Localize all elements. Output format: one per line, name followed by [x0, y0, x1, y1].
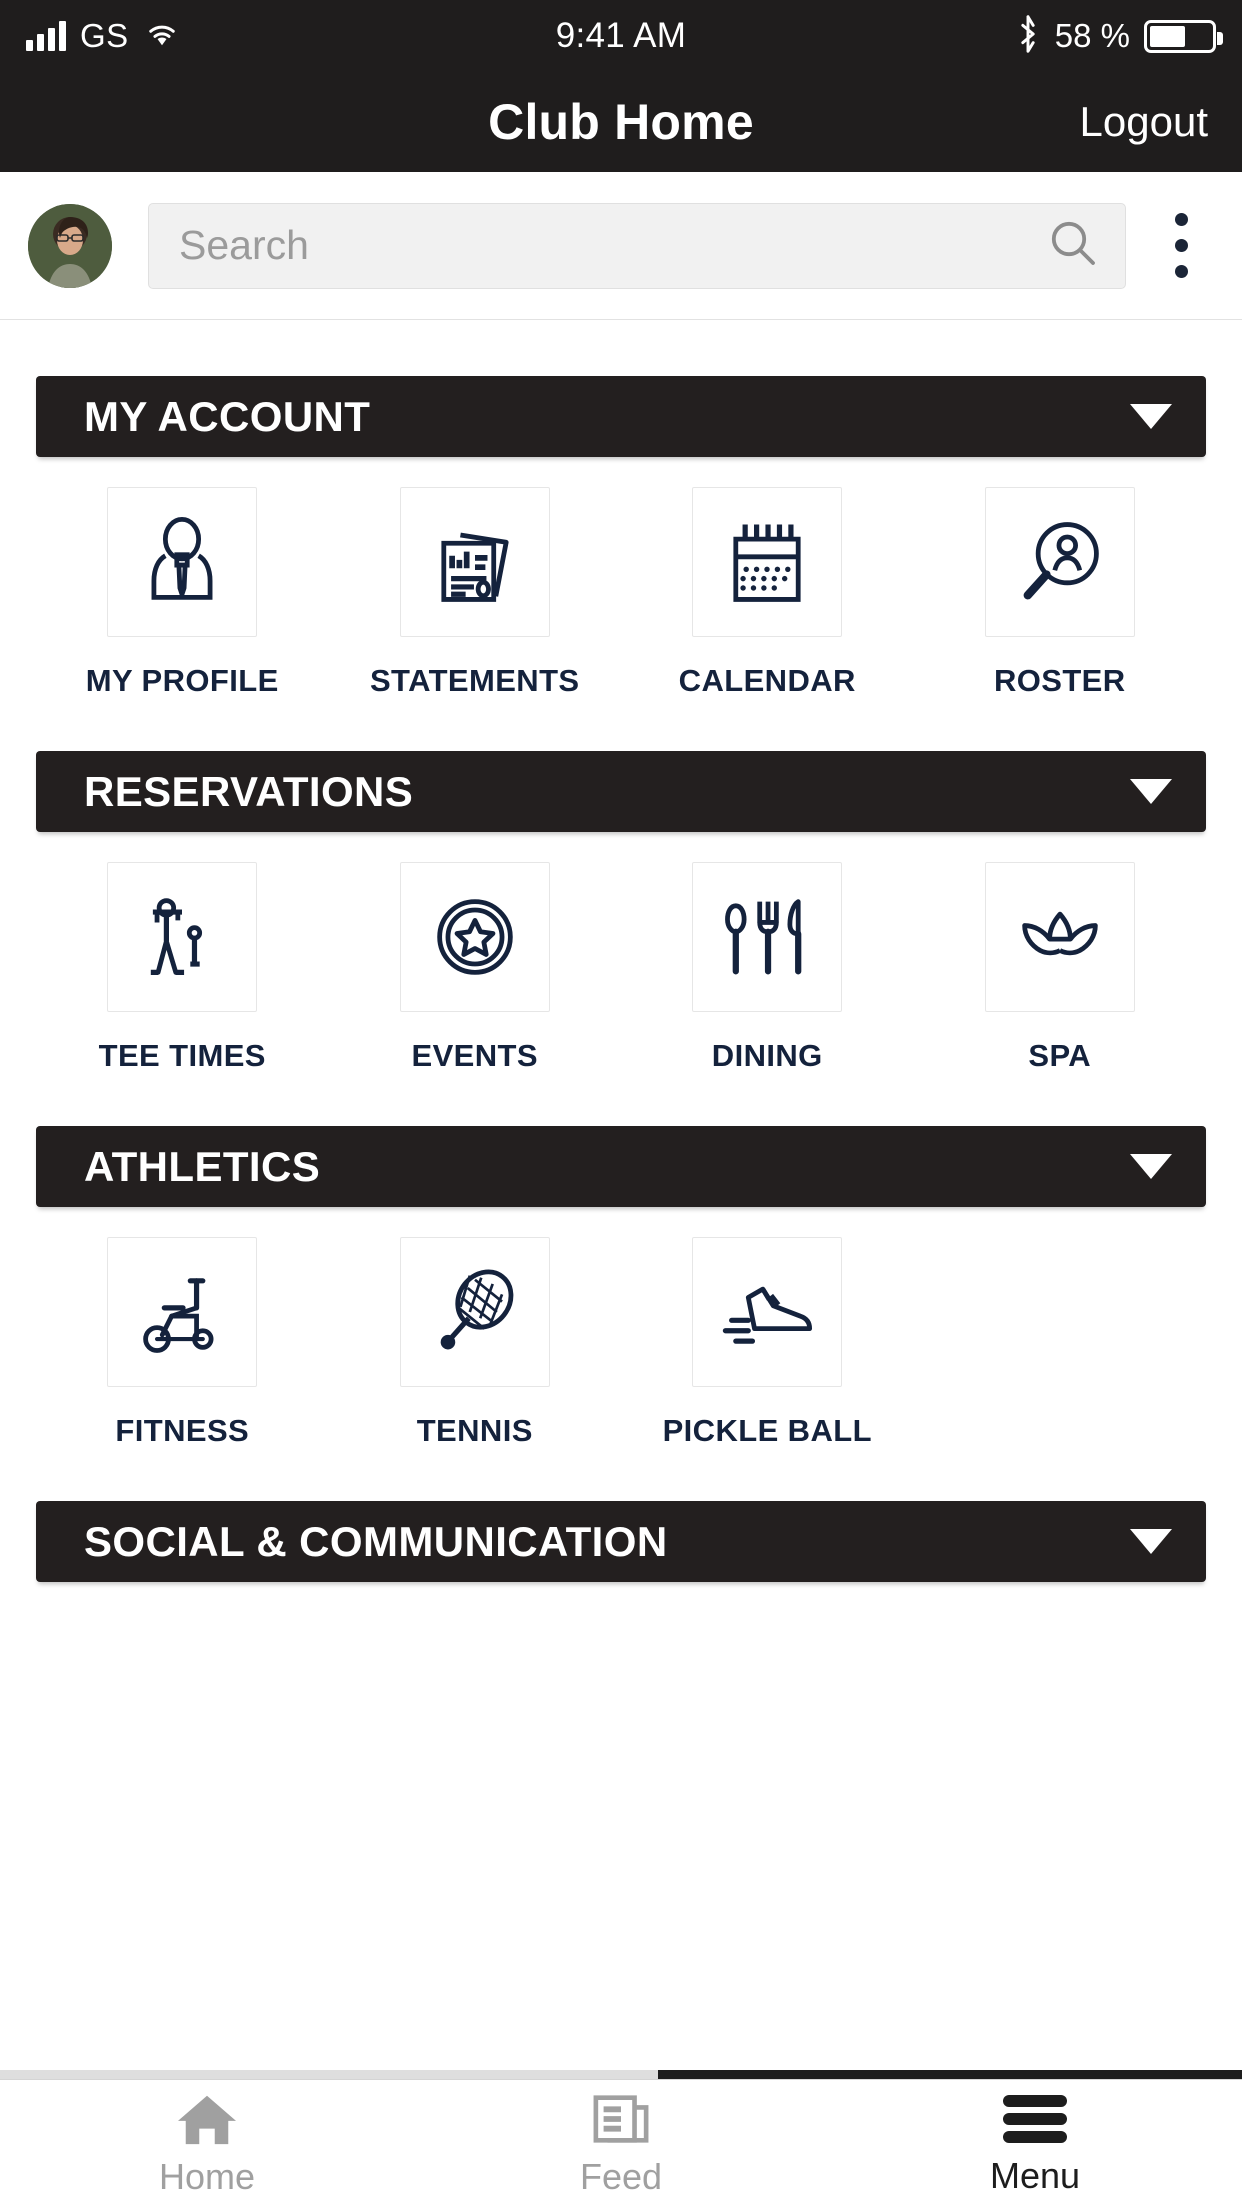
search-row: Search [0, 172, 1242, 320]
tile-roster[interactable]: ROSTER [914, 487, 1207, 699]
tile-pickle-ball[interactable]: PICKLE BALL [621, 1237, 914, 1449]
section-athletics: ATHLETICS FITNESS TENNIS PICKLE BALL [0, 1126, 1242, 1449]
tile-label: ROSTER [993, 663, 1126, 698]
chevron-down-icon[interactable] [1130, 1529, 1172, 1554]
section-header-social-communication[interactable]: SOCIAL & COMMUNICATION [36, 1501, 1206, 1582]
person-tie-icon [107, 487, 258, 637]
section-social-communication: SOCIAL & COMMUNICATION [0, 1501, 1242, 1582]
tile-fitness[interactable]: FITNESS [36, 1237, 329, 1449]
tile-label: PICKLE BALL [662, 1413, 872, 1448]
tile-grid-athletics: FITNESS TENNIS PICKLE BALL [36, 1207, 1206, 1449]
exercise-bike-icon [107, 1237, 258, 1387]
tile-calendar[interactable]: CALENDAR [621, 487, 914, 699]
avatar[interactable] [28, 203, 112, 288]
navigation-bar: Club Home Logout [0, 72, 1242, 172]
scroll-thumb[interactable] [658, 2070, 1242, 2079]
section-title: RESERVATIONS [84, 767, 414, 815]
hamburger-icon [999, 2091, 1071, 2147]
tile-label: DINING [711, 1038, 823, 1073]
chevron-down-icon[interactable] [1130, 1154, 1172, 1179]
lotus-icon [984, 862, 1135, 1012]
tile-label: MY PROFILE [85, 663, 279, 698]
bottom-tab-bar: Home Feed Menu [0, 2079, 1242, 2208]
tile-tee-times[interactable]: TEE TIMES [36, 862, 329, 1074]
main-content: MY ACCOUNT MY PROFILE STATEMENTS CALENDA… [0, 320, 1242, 1582]
section-title: SOCIAL & COMMUNICATION [84, 1517, 668, 1565]
tile-label: STATEMENTS [369, 663, 580, 698]
tile-label: TEE TIMES [98, 1038, 266, 1073]
tab-label: Home [158, 2156, 256, 2197]
tab-label: Feed [579, 2156, 663, 2197]
golfer-icon [107, 862, 258, 1012]
tab-feed[interactable]: Feed [414, 2080, 828, 2208]
section-header-reservations[interactable]: RESERVATIONS [36, 751, 1206, 832]
section-header-my-account[interactable]: MY ACCOUNT [36, 376, 1206, 457]
logout-button[interactable]: Logout [1080, 98, 1208, 146]
section-reservations: RESERVATIONS TEE TIMES EVENTS DINING SPA [0, 751, 1242, 1074]
status-bar-left: GS [26, 17, 181, 55]
search-icon[interactable] [1047, 217, 1099, 274]
tile-dining[interactable]: DINING [621, 862, 914, 1074]
magnifier-person-icon [984, 487, 1135, 637]
battery-percent-label: 58 % [1054, 17, 1130, 54]
status-bar-right: 58 % [1015, 14, 1223, 58]
tile-label: TENNIS [416, 1413, 533, 1448]
tab-menu[interactable]: Menu [828, 2080, 1242, 2208]
search-placeholder: Search [179, 222, 309, 268]
kebab-menu-icon[interactable] [1144, 213, 1218, 278]
chevron-down-icon[interactable] [1130, 779, 1172, 804]
tab-home[interactable]: Home [0, 2080, 414, 2208]
feed-icon [590, 2090, 652, 2148]
search-input[interactable]: Search [148, 202, 1126, 289]
page-title: Club Home [488, 94, 754, 150]
calendar-icon [692, 487, 843, 637]
tile-label: FITNESS [115, 1413, 250, 1448]
scroll-indicator[interactable] [0, 2070, 1242, 2079]
tennis-racket-icon [399, 1237, 550, 1387]
documents-chart-icon [399, 487, 550, 637]
star-badge-icon [399, 862, 550, 1012]
tile-statements[interactable]: STATEMENTS [329, 487, 622, 699]
tile-label: SPA [1028, 1038, 1092, 1073]
section-header-athletics[interactable]: ATHLETICS [36, 1126, 1206, 1207]
tile-my-profile[interactable]: MY PROFILE [36, 487, 329, 699]
tile-tennis[interactable]: TENNIS [329, 1237, 622, 1449]
battery-icon [1144, 19, 1223, 53]
chevron-down-icon[interactable] [1130, 404, 1172, 429]
tab-label: Menu [989, 2155, 1081, 2196]
bluetooth-icon [1015, 14, 1041, 58]
tile-events[interactable]: EVENTS [329, 862, 622, 1074]
section-my-account: MY ACCOUNT MY PROFILE STATEMENTS CALENDA… [0, 376, 1242, 699]
home-icon [174, 2090, 240, 2148]
wifi-icon [143, 19, 181, 54]
sneaker-icon [692, 1237, 843, 1387]
tile-label: EVENTS [411, 1038, 538, 1073]
tile-grid-my-account: MY PROFILE STATEMENTS CALENDAR ROSTER [36, 457, 1206, 699]
section-title: ATHLETICS [84, 1142, 321, 1190]
tile-label: CALENDAR [678, 663, 856, 698]
tile-spa[interactable]: SPA [914, 862, 1207, 1074]
carrier-label: GS [80, 17, 129, 54]
section-title: MY ACCOUNT [84, 392, 371, 440]
cutlery-icon [692, 862, 843, 1012]
status-bar: GS 9:41 AM 58 % [0, 0, 1242, 72]
tile-empty-slot [914, 1237, 1207, 1449]
cellular-signal-icon [26, 21, 66, 51]
tile-grid-reservations: TEE TIMES EVENTS DINING SPA [36, 832, 1206, 1074]
